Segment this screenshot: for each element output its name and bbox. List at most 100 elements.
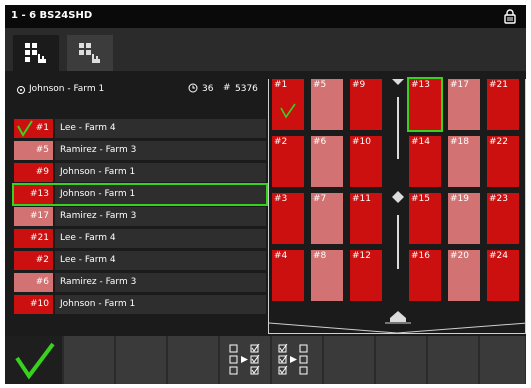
list-item[interactable]: #21 Lee - Farm 4: [14, 229, 266, 248]
grid-cell[interactable]: #12: [350, 250, 382, 301]
farm-label: Johnson - Farm 1: [55, 163, 266, 182]
cell-number: #23: [489, 194, 508, 204]
window-title: 1 - 6 BS24SHD: [11, 10, 93, 21]
cell-number: #6: [313, 137, 327, 147]
grid-cell[interactable]: #16: [409, 250, 441, 301]
farm-label: Johnson - Farm 1: [55, 295, 266, 314]
toolbar-button-4[interactable]: [168, 336, 219, 384]
diamond-icon: [392, 191, 404, 203]
grid-cell[interactable]: #17: [448, 79, 480, 130]
checkmark-icon: [17, 120, 33, 137]
confirm-button[interactable]: [5, 336, 63, 384]
grid-cell[interactable]: #10: [350, 136, 382, 187]
grid-cell[interactable]: #13: [407, 77, 443, 132]
toolbar-button-7[interactable]: [324, 336, 375, 384]
checkbox-transfer-back-icon: [278, 343, 308, 375]
app-window: 1 - 6 BS24SHD Johnson - Farm 1 36 # 5376…: [5, 5, 526, 384]
bale-number: #10: [14, 295, 53, 314]
grid-cell[interactable]: #7: [311, 193, 343, 244]
bale-number: #9: [14, 163, 53, 182]
list-item[interactable]: #6 Ramirez - Farm 3: [14, 273, 266, 292]
grid-cell[interactable]: #11: [350, 193, 382, 244]
bale-number: #13: [14, 185, 53, 204]
list-item[interactable]: #10 Johnson - Farm 1: [14, 295, 266, 314]
grid-cell[interactable]: #20: [448, 250, 480, 301]
cell-number: #20: [450, 251, 469, 261]
list-item[interactable]: #2 Lee - Farm 4: [14, 251, 266, 270]
grid-cell[interactable]: #3: [272, 193, 304, 244]
current-farm: Johnson - Farm 1: [29, 84, 105, 94]
transfer-button[interactable]: [220, 336, 271, 384]
grid-cell[interactable]: #8: [311, 250, 343, 301]
cell-number: #16: [411, 251, 430, 261]
cell-number: #8: [313, 251, 327, 261]
grid-cell[interactable]: #18: [448, 136, 480, 187]
grid-cell[interactable]: #19: [448, 193, 480, 244]
cell-number: #7: [313, 194, 327, 204]
grid-cell[interactable]: #24: [487, 250, 519, 301]
toolbar-button-3[interactable]: [116, 336, 167, 384]
tab-bar: [5, 28, 526, 71]
bale-number: #5: [14, 141, 53, 160]
cell-number: #17: [450, 80, 469, 90]
padlock-icon[interactable]: [504, 9, 516, 24]
hash-symbol: #: [223, 83, 231, 93]
cell-number: #24: [489, 251, 508, 261]
list-item[interactable]: #5 Ramirez - Farm 3: [14, 141, 266, 160]
radio-icon[interactable]: [17, 86, 25, 94]
toolbar-button-2[interactable]: [64, 336, 115, 384]
toolbar-button-8[interactable]: [376, 336, 427, 384]
cell-number: #11: [352, 194, 371, 204]
title-bar: 1 - 6 BS24SHD: [5, 5, 526, 28]
list-item[interactable]: #17 Ramirez - Farm 3: [14, 207, 266, 226]
transfer-back-button[interactable]: [272, 336, 323, 384]
cell-number: #19: [450, 194, 469, 204]
cell-number: #9: [352, 80, 366, 90]
cell-number: #21: [489, 80, 508, 90]
farm-label: Ramirez - Farm 3: [55, 141, 266, 160]
grid-hand-icon: [25, 43, 46, 63]
grid-cell[interactable]: #2: [272, 136, 304, 187]
cell-number: #12: [352, 251, 371, 261]
farm-label: Lee - Farm 4: [55, 229, 266, 248]
cell-number: #18: [450, 137, 469, 147]
grid-cell[interactable]: #14: [409, 136, 441, 187]
cell-number: #14: [411, 137, 430, 147]
bale-number: #2: [14, 251, 53, 270]
tab-grid-view[interactable]: [13, 35, 59, 71]
toolbar-button-10[interactable]: [480, 336, 526, 384]
grid-cell[interactable]: #22: [487, 136, 519, 187]
farm-label: Johnson - Farm 1: [55, 185, 266, 204]
grid-cell[interactable]: #5: [311, 79, 343, 130]
grid-cell[interactable]: #1: [272, 79, 304, 130]
checkmark-icon: [15, 342, 55, 380]
farm-label: Lee - Farm 4: [55, 251, 266, 270]
grid-cell[interactable]: #15: [409, 193, 441, 244]
grid-cell[interactable]: #21: [487, 79, 519, 130]
grid-divider: [385, 79, 411, 324]
toolbar-button-9[interactable]: [428, 336, 479, 384]
list-item[interactable]: #1 Lee - Farm 4: [14, 119, 266, 138]
grid-cell[interactable]: #6: [311, 136, 343, 187]
cell-number: #13: [411, 80, 430, 90]
total-count: 5376: [235, 84, 258, 94]
checkmark-icon: [280, 103, 296, 119]
cell-number: #2: [274, 137, 288, 147]
cell-number: #1: [274, 80, 288, 90]
grid-cell[interactable]: #9: [350, 79, 382, 130]
farm-label: Ramirez - Farm 3: [55, 273, 266, 292]
bale-count: 36: [202, 84, 214, 94]
tab-grid-view-alt[interactable]: [67, 35, 113, 71]
cell-number: #4: [274, 251, 288, 261]
bale-number: #6: [14, 273, 53, 292]
list-item[interactable]: #9 Johnson - Farm 1: [14, 163, 266, 182]
cell-number: #5: [313, 80, 327, 90]
cell-number: #22: [489, 137, 508, 147]
bale-number: #21: [14, 229, 53, 248]
list-item[interactable]: #13 Johnson - Farm 1: [12, 183, 268, 206]
cell-number: #15: [411, 194, 430, 204]
grid-cell[interactable]: #4: [272, 250, 304, 301]
grid-cell[interactable]: #23: [487, 193, 519, 244]
farm-label: Lee - Farm 4: [55, 119, 266, 138]
cell-number: #3: [274, 194, 288, 204]
